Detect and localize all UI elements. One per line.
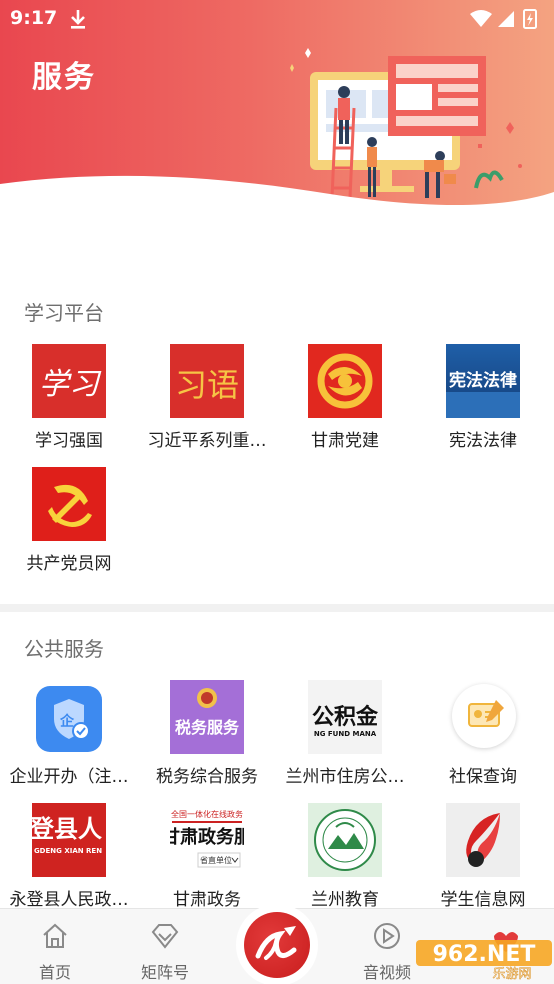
- tab-label: 矩阵号: [140, 963, 189, 982]
- tile-label: 税务综合服务: [156, 767, 258, 787]
- student-info-icon: [446, 803, 520, 877]
- tile-label: 永登县人民政…: [9, 890, 129, 910]
- svg-text:公积金: 公积金: [312, 704, 379, 730]
- play-icon: [374, 923, 400, 949]
- tile-label: 企业开办（注…: [9, 767, 129, 787]
- svg-text:962.NET: 962.NET: [433, 942, 536, 967]
- home-icon: [43, 923, 67, 948]
- svg-text:习语: 习语: [175, 366, 239, 404]
- enterprise-registration-icon: 企: [36, 686, 102, 752]
- tile-label: 社保查询: [449, 767, 517, 787]
- page-title: 服务: [32, 60, 96, 95]
- watermark-logo: 962.NET 乐游网: [416, 932, 552, 980]
- tile-label: 学习强国: [35, 431, 103, 451]
- svg-text:全国一体化在线政务: 全国一体化在线政务: [171, 809, 243, 819]
- gansu-party-building-icon: [308, 344, 382, 418]
- tile-social-security[interactable]: 社保查询: [414, 680, 552, 792]
- tile-label: 宪法法律: [449, 431, 517, 451]
- tile-gansu-party[interactable]: 甘肃党建: [276, 344, 414, 456]
- tab-matrix[interactable]: 矩阵号: [110, 909, 220, 984]
- tile-xi-series[interactable]: 习语 习近平系列重…: [138, 344, 276, 456]
- housing-fund-icon: 公积金 NG FUND MANA: [308, 680, 382, 754]
- gansu-government-icon: 全国一体化在线政务 甘肃政务服 省直单位: [170, 803, 244, 877]
- tile-constitution-law[interactable]: 宪法法律 宪法法律: [414, 344, 552, 456]
- section-title-public: 公共服务: [24, 637, 104, 661]
- section-title-study: 学习平台: [24, 301, 104, 325]
- svg-text:省直单位: 省直单位: [200, 855, 232, 865]
- svg-text:GDENG XIAN REN: GDENG XIAN REN: [34, 847, 102, 855]
- tile-lanzhou-education[interactable]: 兰州教育: [276, 803, 414, 915]
- tab-home[interactable]: 首页: [0, 909, 110, 984]
- tile-label: 学生信息网: [440, 890, 526, 910]
- xi-series-icon: 习语: [170, 344, 244, 418]
- tile-student-info[interactable]: 学生信息网: [414, 803, 552, 915]
- svg-text:学习: 学习: [39, 367, 102, 402]
- svg-text:企: 企: [59, 713, 75, 730]
- status-time: 9:17: [10, 7, 58, 29]
- app-logo-icon: [244, 912, 310, 978]
- tile-label: 甘肃党建: [311, 431, 379, 451]
- svg-text:宪法法律: 宪法法律: [449, 370, 517, 391]
- tile-yongdeng-government[interactable]: 登县人 GDENG XIAN REN 永登县人民政…: [0, 803, 138, 915]
- svg-text:登县人: 登县人: [32, 815, 102, 843]
- tile-label: 甘肃政务: [173, 890, 241, 910]
- lanzhou-education-icon: [308, 803, 382, 877]
- svg-text:税务服务: 税务服务: [175, 718, 240, 737]
- download-icon: [71, 10, 85, 29]
- tax-service-icon: 税务服务: [170, 680, 244, 754]
- tab-label: 首页: [38, 963, 71, 982]
- header-banner: 9:17 服务: [0, 0, 554, 215]
- tile-enterprise-registration[interactable]: 企 企业开办（注…: [0, 680, 138, 792]
- tile-party-member-net[interactable]: 共产党员网: [0, 467, 138, 579]
- status-bar: 9:17: [0, 0, 554, 38]
- section-divider: [0, 604, 554, 612]
- svg-text:乐游网: 乐游网: [492, 967, 531, 980]
- tile-label: 习近平系列重…: [147, 431, 267, 451]
- tile-xuexi-qiangguo[interactable]: 学习 学习强国: [0, 344, 138, 456]
- tile-label: 兰州市住房公…: [285, 767, 405, 787]
- center-logo-button[interactable]: [236, 904, 318, 984]
- tile-housing-fund[interactable]: 公积金 NG FUND MANA 兰州市住房公…: [276, 680, 414, 792]
- tile-tax-service[interactable]: 税务服务 税务综合服务: [138, 680, 276, 792]
- tile-label: 兰州教育: [311, 890, 379, 910]
- svg-text:NG FUND MANA: NG FUND MANA: [314, 730, 377, 738]
- social-security-icon: [452, 684, 516, 748]
- xuexi-qiangguo-icon: 学习: [32, 344, 106, 418]
- diamond-icon: [151, 924, 179, 949]
- yongdeng-government-icon: 登县人 GDENG XIAN REN: [32, 803, 106, 877]
- party-member-net-icon: [32, 467, 106, 541]
- tile-gansu-government[interactable]: 全国一体化在线政务 甘肃政务服 省直单位 甘肃政务: [138, 803, 276, 915]
- svg-text:甘肃政务服: 甘肃政务服: [170, 826, 244, 848]
- header-wave: [0, 175, 554, 215]
- constitution-law-icon: 宪法法律: [446, 344, 520, 418]
- tile-label: 共产党员网: [26, 554, 112, 574]
- signal-battery-icon: [470, 9, 537, 29]
